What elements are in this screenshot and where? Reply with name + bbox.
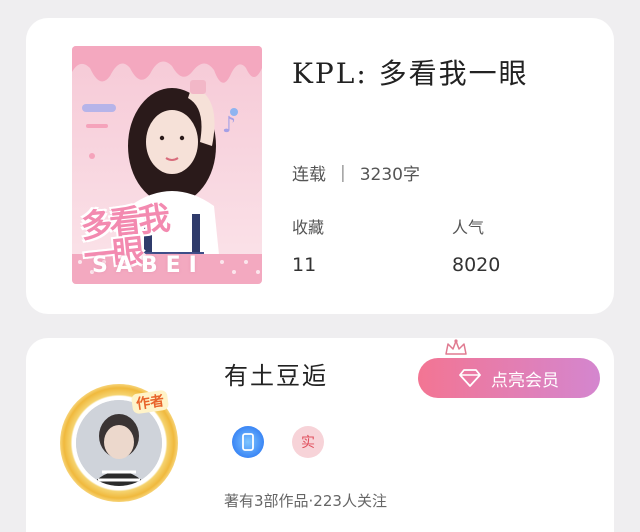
real-name-badge[interactable]: 实	[292, 426, 324, 458]
avatar-portrait	[76, 400, 162, 486]
author-meta: 著有3部作品·223人关注	[224, 492, 387, 510]
popularity-value: 8020	[452, 254, 501, 276]
book-info-card: ♪ 多看我一眼 SABEI KPL: 多看我一眼 连载 | 3230字 收藏 1…	[26, 18, 614, 314]
crown-icon	[445, 339, 467, 355]
book-title: KPL: 多看我一眼	[292, 57, 529, 90]
svg-text:♪: ♪	[222, 113, 236, 138]
author-card: 作者 有土豆逅 点亮会员 实 著有3部作品·223人关注	[26, 338, 614, 532]
author-name: 有土豆逅	[224, 362, 328, 390]
popularity-label: 人气	[452, 218, 485, 237]
cover-brand-text: SABEI	[92, 253, 205, 278]
favorites-value: 11	[292, 254, 317, 276]
serial-info: 连载 | 3230字	[292, 160, 420, 186]
favorites-stat: 收藏 11	[292, 214, 324, 276]
book-cover[interactable]: ♪ 多看我一眼 SABEI	[72, 46, 262, 284]
diamond-icon	[459, 369, 481, 387]
word-count: 3230字	[359, 165, 420, 185]
phone-verified-badge[interactable]	[232, 426, 264, 458]
divider: |	[340, 162, 346, 183]
avatar-image	[76, 400, 162, 486]
phone-icon	[242, 433, 254, 451]
favorites-label: 收藏	[292, 218, 325, 237]
author-avatar[interactable]: 作者	[54, 378, 184, 508]
popularity-stat: 人气 8020	[452, 214, 500, 276]
activate-vip-button[interactable]: 点亮会员	[418, 358, 600, 398]
vip-button-label: 点亮会员	[491, 370, 559, 391]
serial-status: 连载	[292, 165, 326, 185]
